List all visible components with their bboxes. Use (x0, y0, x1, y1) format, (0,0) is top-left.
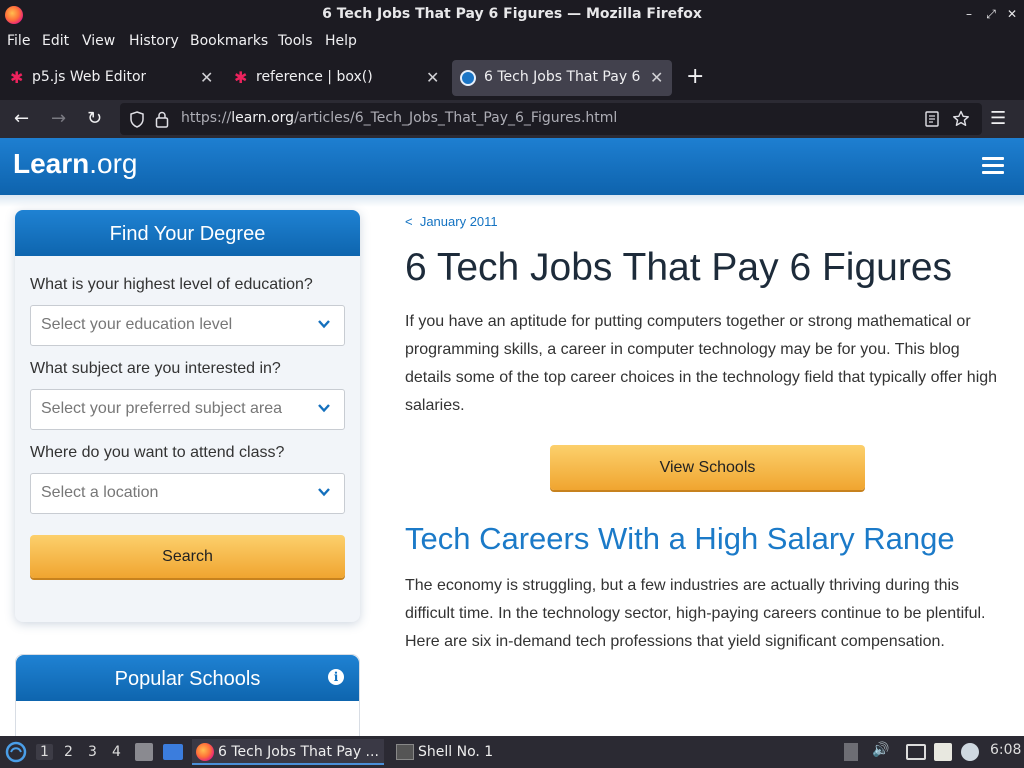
tab-close-icon[interactable]: ✕ (200, 68, 213, 87)
terminal-icon (396, 744, 414, 760)
clipboard-icon[interactable] (934, 743, 952, 761)
url-bar[interactable]: https://learn.org/articles/6_Tech_Jobs_T… (120, 103, 982, 135)
new-tab-button[interactable]: + (686, 64, 704, 89)
hamburger-menu-icon[interactable] (982, 157, 1004, 175)
learn-org-icon (460, 70, 476, 86)
tab-close-icon[interactable]: ✕ (650, 68, 663, 87)
p5js-asterisk-icon: ✱ (10, 68, 24, 87)
menu-file[interactable]: File (7, 33, 30, 49)
article-intro: If you have an aptitude for putting comp… (405, 313, 998, 414)
site-header: Learn.org (0, 138, 1024, 195)
menu-help[interactable]: Help (325, 33, 357, 49)
volume-icon[interactable]: 🔊 (872, 742, 889, 758)
article-title: 6 Tech Jobs That Pay 6 Figures (405, 246, 953, 289)
tab-label: 6 Tech Jobs That Pay 6 Fi (484, 69, 644, 85)
subject-placeholder: Select your preferred subject area (41, 400, 283, 417)
menu-view[interactable]: View (82, 33, 115, 49)
education-placeholder: Select your education level (41, 316, 233, 333)
network-icon[interactable] (906, 744, 926, 760)
menu-history[interactable]: History (129, 33, 179, 49)
back-button[interactable]: ← (14, 108, 29, 129)
breadcrumb[interactable]: < January 2011 (405, 214, 498, 229)
site-logo[interactable]: Learn.org (13, 148, 138, 180)
taskbar-firefox-label: 6 Tech Jobs That Pay ... (218, 744, 379, 760)
popular-schools-title: Popular Schools (16, 655, 359, 701)
tab-p5js-editor[interactable]: ✱ p5.js Web Editor ✕ (0, 60, 222, 96)
chevron-down-icon (318, 404, 330, 413)
find-degree-title: Find Your Degree (15, 210, 360, 256)
firefox-icon (196, 743, 214, 761)
workspace-4[interactable]: 4 (112, 744, 121, 760)
taskbar: 1 2 3 4 6 Tech Jobs That Pay ... Shell N… (0, 736, 1024, 768)
menu-bookmarks[interactable]: Bookmarks (190, 33, 268, 49)
header-shadow (0, 195, 1024, 207)
taskbar-shell[interactable]: Shell No. 1 (392, 739, 512, 765)
navigation-bar: ← → ↻ https://learn.org/articles/6_Tech_… (0, 100, 1024, 138)
window-title: 6 Tech Jobs That Pay 6 Figures — Mozilla… (322, 6, 702, 22)
taskbar-shell-label: Shell No. 1 (418, 744, 494, 760)
close-window-button[interactable]: ✕ (1005, 7, 1019, 21)
tab-reference-box[interactable]: ✱ reference | box() ✕ (224, 60, 448, 96)
search-button[interactable]: Search (30, 535, 345, 578)
view-schools-button[interactable]: View Schools (550, 445, 865, 490)
taskbar-firefox[interactable]: 6 Tech Jobs That Pay ... (192, 739, 384, 765)
notification-icon[interactable] (961, 743, 979, 761)
tray-scroll-icon[interactable] (844, 743, 858, 761)
maximize-button[interactable]: ⤢ (984, 7, 998, 21)
start-menu-icon[interactable] (5, 741, 27, 763)
url-text[interactable]: https://learn.org/articles/6_Tech_Jobs_T… (181, 110, 617, 126)
education-select[interactable]: Select your education level (30, 305, 345, 346)
shield-icon[interactable] (129, 111, 145, 128)
menu-bar: File Edit View History Bookmarks Tools H… (0, 30, 1024, 54)
workspace-2[interactable]: 2 (64, 744, 73, 760)
section-title: Tech Careers With a High Salary Range (405, 521, 955, 556)
p5js-asterisk-icon: ✱ (234, 68, 248, 87)
workspace-3[interactable]: 3 (88, 744, 97, 760)
subject-select[interactable]: Select your preferred subject area (30, 389, 345, 430)
clock: 6:08 (990, 742, 1022, 758)
web-page: Learn.org Find Your Degree What is your … (0, 138, 1024, 736)
minimize-button[interactable]: – (962, 7, 976, 21)
find-degree-card: Find Your Degree What is your highest le… (15, 210, 360, 622)
tab-label: p5.js Web Editor (32, 69, 147, 85)
lock-icon[interactable] (155, 111, 169, 128)
tab-tech-jobs[interactable]: 6 Tech Jobs That Pay 6 Fi ✕ (452, 60, 672, 96)
menu-tools[interactable]: Tools (278, 33, 313, 49)
tab-close-icon[interactable]: ✕ (426, 68, 439, 87)
info-icon[interactable]: i (328, 669, 344, 685)
reader-view-icon[interactable] (925, 111, 939, 127)
location-placeholder: Select a location (41, 484, 159, 501)
menu-edit[interactable]: Edit (42, 33, 69, 49)
desktop-icon[interactable] (163, 744, 183, 760)
forward-button[interactable]: → (51, 108, 66, 129)
chevron-down-icon (318, 320, 330, 329)
location-select[interactable]: Select a location (30, 473, 345, 514)
window-titlebar: 6 Tech Jobs That Pay 6 Figures — Mozilla… (0, 0, 1024, 30)
reload-button[interactable]: ↻ (87, 108, 102, 129)
location-question: Where do you want to attend class? (30, 444, 285, 461)
popular-schools-card: Popular Schools i (15, 654, 360, 736)
education-question: What is your highest level of education? (30, 276, 313, 293)
section-text: The economy is struggling, but a few ind… (405, 577, 986, 650)
chevron-down-icon (318, 488, 330, 497)
app-menu-icon[interactable]: ☰ (990, 108, 1006, 129)
subject-question: What subject are you interested in? (30, 360, 281, 377)
workspace-1[interactable]: 1 (36, 744, 53, 760)
bookmark-star-icon[interactable] (952, 110, 970, 128)
tab-bar: ✱ p5.js Web Editor ✕ ✱ reference | box()… (0, 56, 1024, 100)
tab-label: reference | box() (256, 69, 373, 85)
file-manager-icon[interactable] (135, 743, 153, 761)
